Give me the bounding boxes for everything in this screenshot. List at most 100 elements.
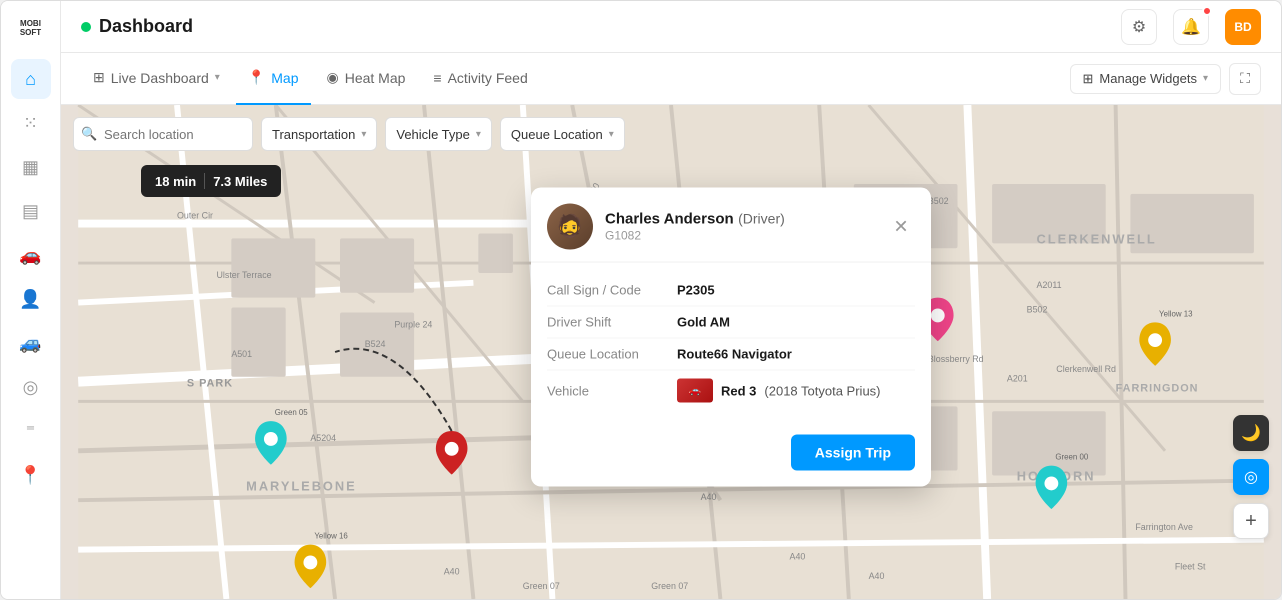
svg-text:A201: A201 <box>1007 374 1028 384</box>
map-pin-icon: 📍 <box>248 69 265 86</box>
tab-bar: ⊞ Live Dashboard ▾ 📍 Map ◉ Heat Map ≡ Ac… <box>81 53 540 105</box>
globe-icon: ◎ <box>23 377 39 398</box>
tab-activity-feed[interactable]: ≡ Activity Feed <box>421 53 539 105</box>
svg-text:Fleet St: Fleet St <box>1175 561 1206 571</box>
map-controls: 🌙 ◎ + <box>1233 415 1269 539</box>
header-right: ⚙ 🔔 BD <box>1121 9 1261 45</box>
svg-text:A40: A40 <box>444 566 460 576</box>
chevron-down-icon: ▾ <box>1203 73 1208 84</box>
search-wrapper: 🔍 <box>73 117 253 151</box>
bell-icon: 🔔 <box>1181 17 1201 37</box>
svg-text:A40: A40 <box>869 571 885 581</box>
svg-text:A40: A40 <box>790 551 806 561</box>
svg-text:A40: A40 <box>701 492 717 502</box>
car-icon: 🚙 <box>19 333 41 354</box>
main-content: Dashboard ⚙ 🔔 BD ⊞ Live Dashboard ▾ <box>61 1 1281 599</box>
svg-text:B502: B502 <box>1027 304 1048 314</box>
settings-button[interactable]: ⚙ <box>1121 9 1157 45</box>
sidebar: MOBISOFT ⌂ ⁙ ▦ ▤ 🚗 👤 🚙 ◎ ⁼ 📍 <box>1 1 61 599</box>
svg-text:Green 07: Green 07 <box>651 581 688 591</box>
badge-divider <box>204 173 205 189</box>
popup-header: 🧔 Charles Anderson (Driver) G1082 ✕ <box>531 188 931 263</box>
notifications-button[interactable]: 🔔 <box>1173 9 1209 45</box>
driver-name-section: Charles Anderson (Driver) G1082 <box>605 211 785 243</box>
svg-text:Green 05: Green 05 <box>275 408 309 417</box>
svg-text:Farrington Ave: Farrington Ave <box>1135 522 1193 532</box>
svg-text:MARYLEBONE: MARYLEBONE <box>246 478 357 493</box>
sidebar-item-user[interactable]: 👤 <box>11 279 51 319</box>
grid-icon: ⊞ <box>93 69 105 86</box>
sidebar-item-car[interactable]: 🚙 <box>11 323 51 363</box>
distance-badge: 18 min 7.3 Miles <box>141 165 281 197</box>
chevron-down-icon: ▾ <box>609 129 614 140</box>
popup-vehicle-row: Vehicle 🚗 Red 3 (2018 Totyota Prius) <box>547 371 915 411</box>
manage-widgets-button[interactable]: ⊞ Manage Widgets ▾ <box>1070 64 1222 94</box>
user-icon: 👤 <box>19 289 41 310</box>
dark-mode-button[interactable]: 🌙 <box>1233 415 1269 451</box>
svg-text:Outer Cir: Outer Cir <box>177 211 213 221</box>
map-area[interactable]: A50 A501 A5204 Outer Cir Ulster Terrace … <box>61 105 1281 599</box>
status-dot <box>81 22 91 32</box>
tab-heat-map[interactable]: ◉ Heat Map <box>315 53 418 105</box>
popup-footer: Assign Trip <box>531 423 931 487</box>
list-icon: ⁼ <box>26 421 36 442</box>
header: Dashboard ⚙ 🔔 BD <box>61 1 1281 53</box>
avatar[interactable]: BD <box>1225 9 1261 45</box>
popup-close-button[interactable]: ✕ <box>887 213 915 241</box>
fullscreen-button[interactable]: ⛶ <box>1229 63 1261 95</box>
svg-text:Yellow 13: Yellow 13 <box>1159 309 1193 318</box>
vehicle-icon: 🚗 <box>19 245 41 266</box>
sidebar-item-vehicle[interactable]: 🚗 <box>11 235 51 275</box>
reports-icon: ▤ <box>22 201 39 222</box>
toolbar-right: ⊞ Manage Widgets ▾ ⛶ <box>1070 63 1262 95</box>
search-icon: 🔍 <box>81 126 97 142</box>
toolbar: ⊞ Live Dashboard ▾ 📍 Map ◉ Heat Map ≡ Ac… <box>61 53 1281 105</box>
driver-id: G1082 <box>605 229 785 243</box>
tab-map[interactable]: 📍 Map <box>236 53 311 105</box>
page-title: Dashboard <box>99 16 193 37</box>
chevron-down-icon: ▾ <box>476 129 481 140</box>
chevron-down-icon: ▾ <box>361 129 366 140</box>
svg-text:Clerkenwell Rd: Clerkenwell Rd <box>1056 364 1116 374</box>
svg-text:A2011: A2011 <box>1037 280 1062 290</box>
sidebar-item-location[interactable]: 📍 <box>11 455 51 495</box>
queue-location-dropdown[interactable]: Queue Location ▾ <box>500 117 625 151</box>
chevron-down-icon: ▾ <box>215 72 220 83</box>
sidebar-item-reports[interactable]: ▤ <box>11 191 51 231</box>
tab-live-dashboard[interactable]: ⊞ Live Dashboard ▾ <box>81 53 232 105</box>
sidebar-item-list[interactable]: ⁼ <box>11 411 51 451</box>
svg-text:Ulster Terrace: Ulster Terrace <box>217 270 272 280</box>
assign-trip-button[interactable]: Assign Trip <box>791 435 915 471</box>
sidebar-item-globe[interactable]: ◎ <box>11 367 51 407</box>
app-logo: MOBISOFT <box>9 11 53 47</box>
fullscreen-icon: ⛶ <box>1240 70 1250 87</box>
svg-text:S PARK: S PARK <box>187 378 233 390</box>
svg-text:CLERKENWELL: CLERKENWELL <box>1037 231 1157 246</box>
location-button[interactable]: ◎ <box>1233 459 1269 495</box>
search-input[interactable] <box>73 117 253 151</box>
sidebar-item-org[interactable]: ⁙ <box>11 103 51 143</box>
svg-text:FARRINGDON: FARRINGDON <box>1116 383 1199 395</box>
feed-icon: ≡ <box>433 70 441 86</box>
widgets-icon: ⊞ <box>1083 71 1094 87</box>
notification-badge <box>1202 6 1212 16</box>
driver-popup: 🧔 Charles Anderson (Driver) G1082 ✕ <box>531 188 931 487</box>
svg-text:Yellow 16: Yellow 16 <box>314 532 348 541</box>
vehicle-type-dropdown[interactable]: Vehicle Type ▾ <box>385 117 492 151</box>
svg-text:Purple 24: Purple 24 <box>394 319 432 329</box>
popup-call-sign-row: Call Sign / Code P2305 <box>547 275 915 307</box>
zoom-in-button[interactable]: + <box>1233 503 1269 539</box>
popup-driver-shift-row: Driver Shift Gold AM <box>547 307 915 339</box>
calendar-icon: ▦ <box>22 157 39 178</box>
svg-text:A5204: A5204 <box>310 433 336 443</box>
sidebar-item-home[interactable]: ⌂ <box>11 59 51 99</box>
heatmap-icon: ◉ <box>327 69 339 86</box>
svg-text:Green 07: Green 07 <box>523 581 560 591</box>
svg-text:Blossberry Rd: Blossberry Rd <box>928 354 984 364</box>
gear-icon: ⚙ <box>1132 17 1146 37</box>
svg-text:A501: A501 <box>231 349 252 359</box>
svg-text:Green 00: Green 00 <box>1055 453 1089 462</box>
transportation-dropdown[interactable]: Transportation ▾ <box>261 117 377 151</box>
driver-avatar: 🧔 <box>547 204 593 250</box>
sidebar-item-calendar[interactable]: ▦ <box>11 147 51 187</box>
